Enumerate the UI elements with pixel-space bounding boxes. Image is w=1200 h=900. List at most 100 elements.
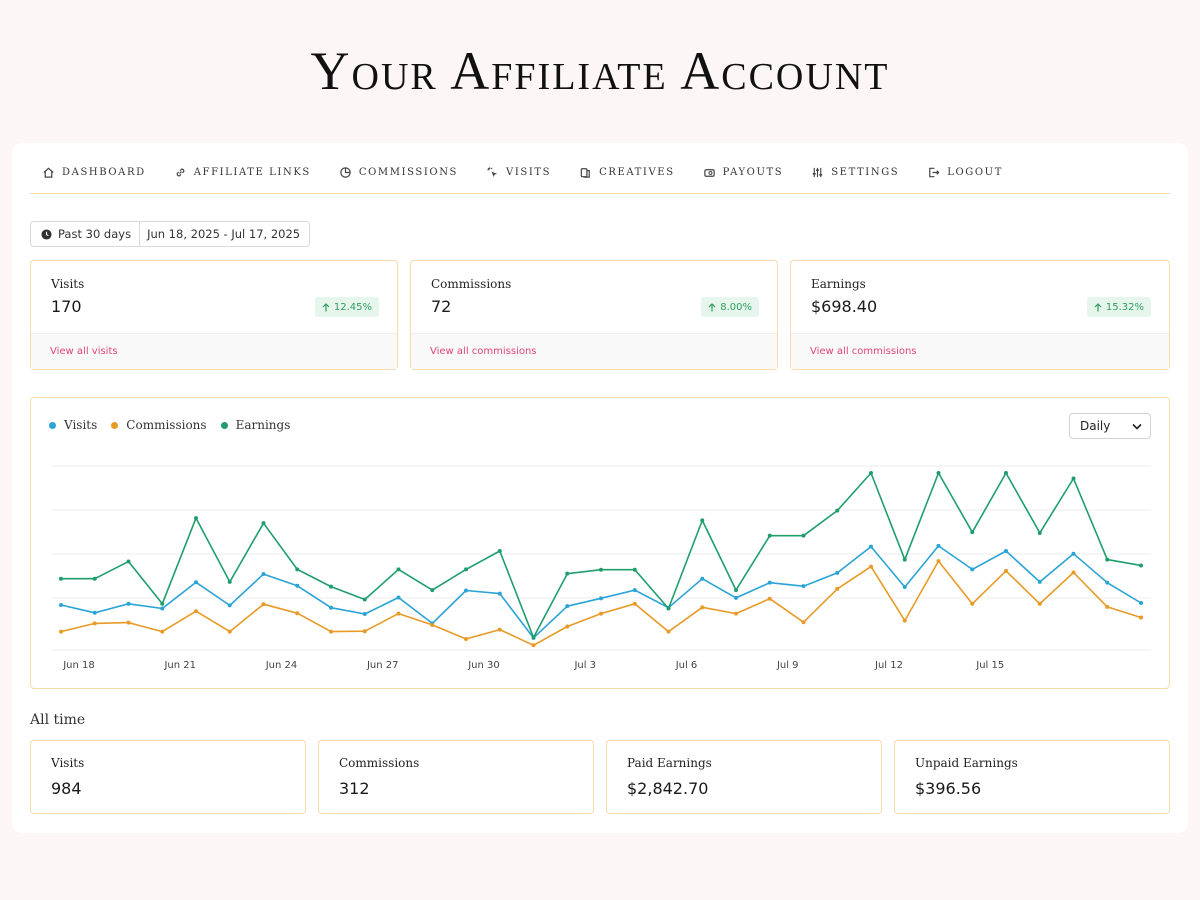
data-point-earnings [497, 548, 502, 553]
nav-settings-label: SETTINGS [831, 167, 900, 178]
change-value: 8.00% [720, 301, 752, 313]
sliders-icon [813, 167, 823, 178]
link-icon [176, 168, 185, 177]
data-point-earnings [194, 516, 198, 521]
data-point-commissions [1037, 601, 1042, 606]
data-point-commissions [835, 586, 840, 591]
interval-select[interactable]: Daily [1069, 413, 1151, 439]
data-point-earnings [59, 576, 63, 581]
change-value: 12.45% [333, 301, 372, 313]
data-point-visits [92, 610, 97, 615]
legend-item-earnings[interactable]: Earnings [220, 418, 291, 432]
legend-item-commissions[interactable]: Commissions [111, 418, 207, 432]
data-point-commissions [160, 629, 165, 634]
data-point-earnings [430, 588, 435, 593]
data-point-earnings [464, 567, 468, 572]
nav-visits[interactable]: VISITS [486, 166, 551, 179]
view-all-visits-link[interactable]: View all visits [50, 346, 118, 357]
stat-value: 312 [339, 779, 370, 798]
data-point-commissions [1139, 615, 1143, 620]
data-point-commissions [362, 629, 367, 634]
stat-value: 984 [51, 779, 82, 798]
data-point-visits [700, 576, 705, 581]
date-range-field[interactable]: Jun 18, 2025 - Jul 17, 2025 [140, 222, 309, 246]
data-point-earnings [1071, 476, 1076, 481]
date-preset-label: Past 30 days [58, 227, 132, 241]
data-point-earnings [902, 557, 907, 562]
nav-creatives-label: CREATIVES [599, 167, 675, 178]
change-badge: 15.32% [1086, 297, 1151, 317]
legend-label: Commissions [126, 418, 207, 432]
data-point-commissions [329, 629, 333, 634]
data-point-visits [329, 605, 333, 610]
chart-legend: Visits Commissions Earnings [49, 418, 290, 432]
nav-payouts[interactable]: PAYOUTS [703, 166, 784, 179]
stat-card-earnings: Earnings $698.40 15.32% View all commiss… [790, 260, 1170, 370]
data-point-commissions [126, 620, 131, 625]
x-tick-label: Jul 9 [776, 660, 799, 671]
legend-dot [220, 421, 228, 429]
view-all-commissions-link[interactable]: View all commissions [810, 346, 917, 357]
stat-label: Commissions [431, 277, 512, 291]
all-time-card-commissions: Commissions 312 [318, 740, 594, 814]
data-point-visits [261, 572, 266, 577]
date-preset-button[interactable]: Past 30 days [31, 222, 141, 246]
view-all-commissions-link[interactable]: View all commissions [430, 346, 537, 357]
data-point-visits [396, 595, 401, 600]
x-tick-label: Jul 6 [675, 660, 698, 671]
data-point-earnings [396, 567, 401, 572]
cursor-click-icon [487, 167, 498, 178]
nav-commissions[interactable]: COMMISSIONS [339, 166, 458, 179]
legend-item-visits[interactable]: Visits [49, 418, 97, 432]
data-point-earnings [329, 584, 333, 589]
x-tick-label: Jul 3 [573, 660, 596, 671]
data-point-visits [970, 567, 975, 572]
data-point-earnings [565, 571, 570, 576]
x-tick-label: Jun 21 [163, 660, 196, 671]
interval-value: Daily [1080, 419, 1111, 433]
data-point-visits [869, 544, 873, 549]
data-point-commissions [497, 627, 502, 632]
nav-dashboard-label: DASHBOARD [62, 167, 146, 178]
data-point-commissions [1004, 568, 1008, 573]
arrow-up-icon [322, 302, 330, 311]
data-point-visits [362, 611, 367, 616]
legend-label: Earnings [235, 418, 291, 432]
nav-affiliate-links-label: AFFILIATE LINKS [193, 167, 311, 178]
stat-label: Commissions [339, 756, 420, 770]
change-value: 15.32% [1105, 301, 1144, 313]
data-point-earnings [835, 508, 840, 513]
stat-label: Paid Earnings [627, 756, 712, 770]
nav-dashboard[interactable]: DASHBOARD [42, 166, 146, 179]
data-point-visits [767, 580, 772, 585]
data-point-earnings [295, 567, 300, 572]
data-point-earnings [227, 579, 232, 584]
data-point-earnings [1004, 471, 1008, 476]
change-badge: 12.45% [314, 297, 379, 317]
nav-affiliate-links[interactable]: AFFILIATE LINKS [174, 166, 311, 179]
data-point-commissions [531, 643, 536, 648]
nav-visits-label: VISITS [506, 167, 552, 178]
data-point-earnings [767, 533, 772, 538]
data-point-commissions [936, 559, 941, 564]
stat-card-footer: View all commissions [791, 333, 1169, 369]
data-point-visits [497, 591, 502, 596]
nav-logout[interactable]: LOGOUT [927, 166, 1003, 179]
data-point-visits [801, 584, 806, 589]
data-point-visits [1139, 601, 1143, 606]
data-point-commissions [227, 629, 232, 634]
stat-label: Visits [51, 277, 85, 291]
wallet-icon [703, 169, 715, 177]
all-time-card-paid-earnings: Paid Earnings $2,842.70 [606, 740, 882, 814]
nav-commissions-label: COMMISSIONS [358, 167, 458, 178]
data-point-commissions [700, 605, 705, 610]
nav-creatives[interactable]: CREATIVES [579, 166, 675, 179]
data-point-earnings [666, 606, 671, 611]
data-point-commissions [801, 620, 806, 625]
nav-settings[interactable]: SETTINGS [811, 166, 899, 179]
data-point-commissions [261, 602, 266, 607]
data-point-visits [160, 606, 165, 611]
data-point-earnings [1105, 557, 1110, 562]
data-point-visits [1004, 548, 1008, 553]
data-point-earnings [599, 567, 603, 572]
